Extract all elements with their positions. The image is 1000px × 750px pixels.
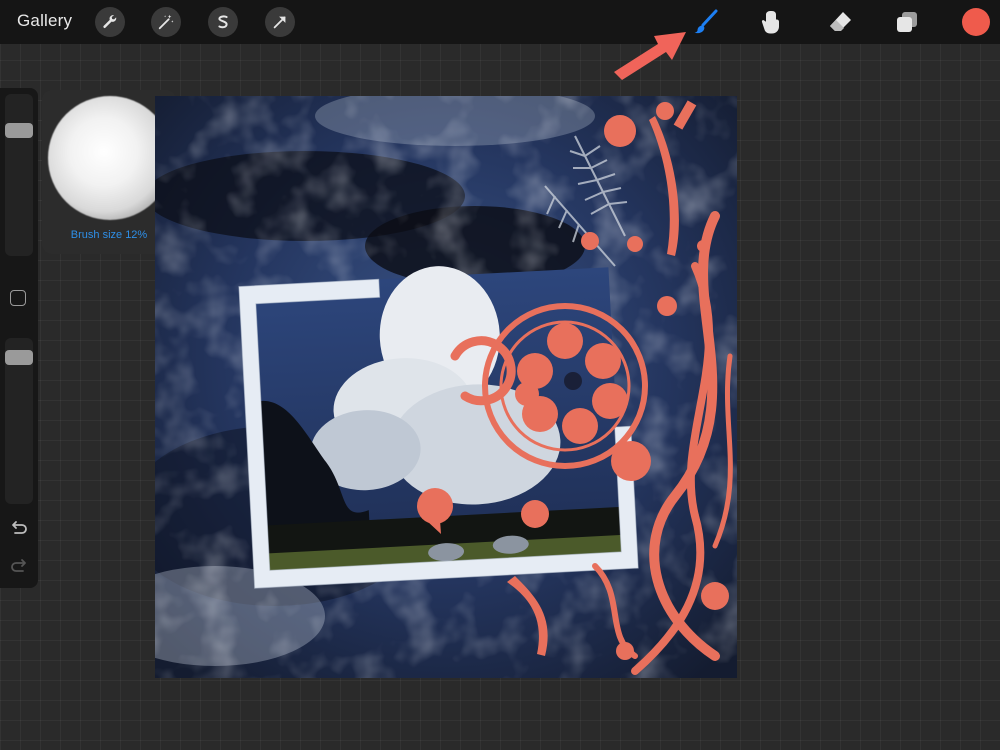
layers-button[interactable] xyxy=(891,6,923,38)
undo-button[interactable] xyxy=(8,520,30,540)
magic-wand-icon xyxy=(158,14,174,30)
opacity-slider[interactable] xyxy=(5,338,33,504)
layers-icon xyxy=(897,12,917,32)
selection-button[interactable] xyxy=(208,7,238,37)
eraser-icon xyxy=(830,12,851,31)
canvas-artwork[interactable] xyxy=(155,96,737,678)
eraser-tool-button[interactable] xyxy=(824,6,856,38)
undo-icon xyxy=(12,521,27,534)
wrench-icon xyxy=(103,15,117,29)
redo-icon xyxy=(11,559,26,572)
left-sidebar xyxy=(0,88,38,588)
procreate-app: Gallery Brush size 12% xyxy=(0,0,1000,750)
brush-tool-button[interactable] xyxy=(689,6,721,38)
modify-button[interactable] xyxy=(10,290,26,306)
top-toolbar: Gallery xyxy=(0,0,1000,44)
adjustments-button[interactable] xyxy=(151,7,181,37)
opacity-thumb[interactable] xyxy=(5,350,33,365)
transform-arrow-icon xyxy=(273,16,286,29)
smudge-tool-button[interactable] xyxy=(755,6,787,38)
actions-button[interactable] xyxy=(95,7,125,37)
brush-stamp-preview xyxy=(48,96,172,220)
redo-button[interactable] xyxy=(8,558,30,578)
gallery-button[interactable]: Gallery xyxy=(17,11,72,31)
selection-icon xyxy=(218,15,228,29)
smudge-icon xyxy=(761,11,779,34)
brush-size-slider[interactable] xyxy=(5,94,33,256)
paintbrush-icon xyxy=(694,9,718,34)
brush-size-thumb[interactable] xyxy=(5,123,33,138)
transform-button[interactable] xyxy=(265,7,295,37)
color-picker-button[interactable] xyxy=(962,8,990,36)
artwork-image xyxy=(155,96,737,678)
